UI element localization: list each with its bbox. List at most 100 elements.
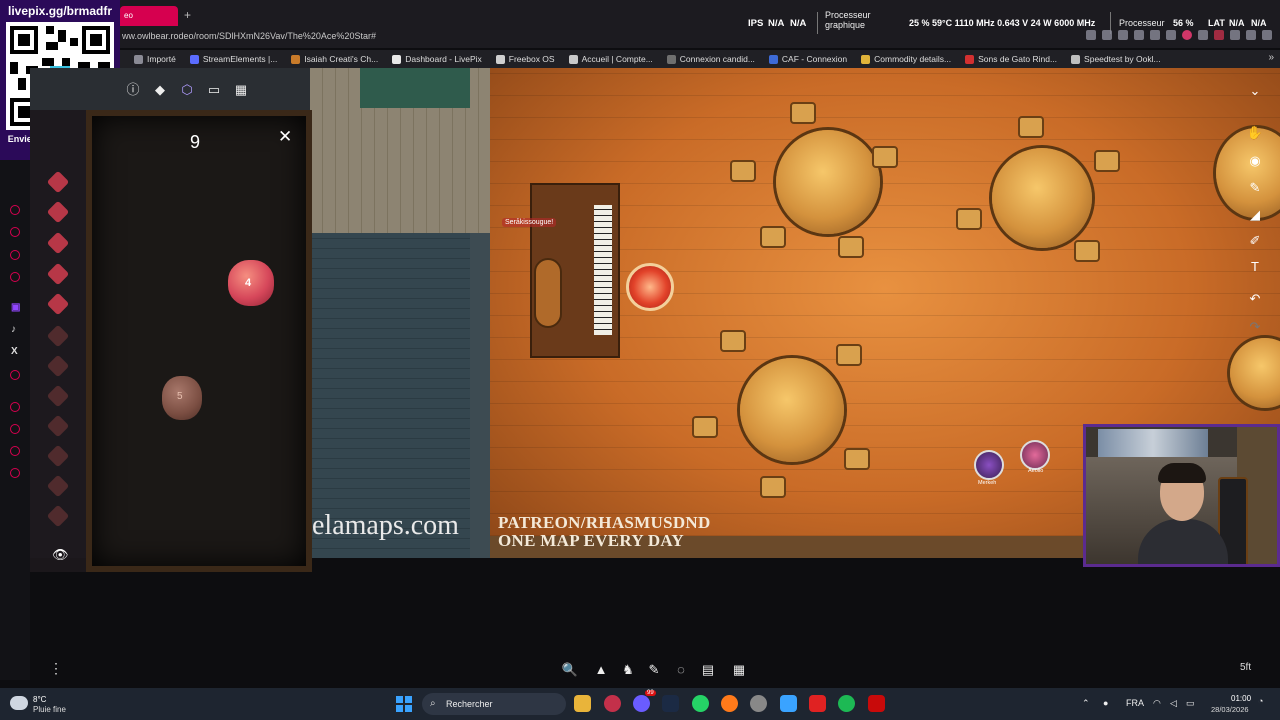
extension-icon[interactable]: [1150, 30, 1160, 40]
dice-icon[interactable]: ⬡: [178, 81, 196, 99]
download-icon[interactable]: [1230, 30, 1240, 40]
microphone-icon[interactable]: ●: [1103, 698, 1108, 708]
bookmark-item[interactable]: Speedtest by Ookl...: [1071, 54, 1161, 64]
extension-icon[interactable]: [1198, 30, 1208, 40]
bookmark-item[interactable]: Isaiah Creati's Ch...: [291, 54, 378, 64]
bookmark-item[interactable]: Dashboard - LivePix: [392, 54, 482, 64]
bookmark-icon: [666, 54, 676, 64]
close-icon[interactable]: ✕: [278, 127, 292, 147]
discord-icon[interactable]: [633, 695, 650, 712]
chat-icon[interactable]: ▭: [205, 81, 223, 99]
zoom-icon[interactable]: 🔍: [560, 660, 580, 680]
red-token[interactable]: [626, 263, 674, 311]
info-icon[interactable]: ⓘ: [124, 81, 142, 99]
fog-icon[interactable]: ◆: [151, 81, 169, 99]
taskbar-search[interactable]: ⌕ Rechercher: [422, 693, 566, 715]
character-icon[interactable]: ♞: [618, 660, 638, 680]
notes-icon[interactable]: ▦: [232, 81, 250, 99]
d8-dice-button[interactable]: [46, 231, 70, 255]
d12-dice-button[interactable]: [46, 292, 70, 316]
more-options-icon[interactable]: ⋮: [49, 660, 63, 677]
pointer-icon[interactable]: ◉: [1244, 150, 1266, 172]
profile-avatar[interactable]: [1214, 30, 1224, 40]
undo-icon[interactable]: ↶: [1244, 288, 1266, 310]
dice-button[interactable]: [46, 354, 70, 378]
pointer-icon[interactable]: ▲: [591, 660, 611, 680]
file-explorer-icon[interactable]: [574, 695, 591, 712]
chevron-up-icon[interactable]: ⌃: [1082, 698, 1090, 709]
bookmark-icon: [768, 54, 778, 64]
character-token[interactable]: [974, 450, 1004, 480]
owlbear-toolbar: ⓘ ◆ ⬡ ▭ ▦: [120, 78, 260, 102]
bookmarks-more-icon[interactable]: »: [1268, 52, 1274, 63]
bookmark-item[interactable]: Accueil | Compte...: [568, 54, 653, 64]
map-rug: [360, 68, 470, 108]
d6-dice-button[interactable]: [46, 200, 70, 224]
brush-icon[interactable]: ✐: [1244, 230, 1266, 252]
weather-icon[interactable]: [10, 696, 28, 710]
opera-icon[interactable]: [604, 695, 621, 712]
dice-button[interactable]: [46, 414, 70, 438]
d20-dice-button[interactable]: [46, 324, 70, 348]
new-tab-button[interactable]: +: [184, 8, 191, 22]
dice-button[interactable]: [46, 504, 70, 528]
heart-icon[interactable]: [1182, 30, 1192, 40]
play-icon[interactable]: [1166, 30, 1176, 40]
draw-icon[interactable]: ✎: [644, 660, 664, 680]
bookmark-item[interactable]: Importé: [134, 54, 176, 64]
ai-icon[interactable]: [1246, 30, 1256, 40]
d4-dice-button[interactable]: [46, 170, 70, 194]
d10-dice-button[interactable]: [46, 262, 70, 286]
hand-icon[interactable]: ✋: [1244, 122, 1266, 144]
notes-icon[interactable]: ▤: [698, 660, 718, 680]
whatsapp-icon[interactable]: [692, 695, 709, 712]
tab-owlbear[interactable]: eo: [120, 6, 178, 26]
bookmark-item[interactable]: Connexion candid...: [666, 54, 755, 64]
firefox-icon[interactable]: [721, 695, 738, 712]
tavern-chair: [836, 344, 862, 366]
fog-icon[interactable]: ◌: [671, 660, 691, 680]
clock-date[interactable]: 28/03/2026: [1211, 705, 1249, 714]
shield-icon[interactable]: [1118, 30, 1128, 40]
clock-time[interactable]: 01:00: [1231, 694, 1251, 703]
grid-icon[interactable]: ▦: [729, 660, 749, 680]
acrobat-icon[interactable]: [868, 695, 885, 712]
dice-button[interactable]: [46, 384, 70, 408]
dice-button[interactable]: [46, 474, 70, 498]
bookmark-icon: [134, 54, 143, 64]
measure-icon[interactable]: ◢: [1244, 204, 1266, 226]
redo-icon[interactable]: ↷: [1244, 316, 1266, 338]
bookmark-item[interactable]: Sons de Gato Rind...: [965, 54, 1057, 64]
extension-icon[interactable]: [1086, 30, 1096, 40]
bookmark-icon: [965, 54, 975, 64]
spotify-icon[interactable]: [838, 695, 855, 712]
dice-button[interactable]: [46, 444, 70, 468]
menu-icon[interactable]: [1262, 30, 1272, 40]
windows-start-icon[interactable]: [396, 696, 412, 712]
language-indicator[interactable]: FRA: [1126, 698, 1144, 708]
notification-bell-icon[interactable]: ◔: [1258, 696, 1263, 706]
youtube-icon[interactable]: [809, 695, 826, 712]
gpu-label-1: Processeur: [825, 10, 871, 20]
watermark-line-1: PATREON/RHASMUSDND: [498, 513, 711, 532]
pen-icon[interactable]: ✎: [1244, 177, 1266, 199]
battery-icon[interactable]: ▭: [1186, 698, 1195, 709]
text-icon[interactable]: T: [1244, 256, 1266, 278]
address-bar[interactable]: ww.owlbear.rodeo/room/SDlHXmN26Vav/The%2…: [122, 31, 376, 41]
grid-app-icon[interactable]: [780, 695, 797, 712]
bookmark-item[interactable]: Commodity details...: [861, 54, 951, 64]
volume-icon[interactable]: ◁: [1170, 698, 1177, 709]
grid-scale[interactable]: 5ft: [1240, 662, 1251, 673]
character-token[interactable]: [1020, 440, 1050, 470]
extension-icon[interactable]: [1102, 30, 1112, 40]
app-icon[interactable]: [750, 695, 767, 712]
extension-icon[interactable]: [1134, 30, 1144, 40]
collapse-icon[interactable]: ⌄: [1244, 80, 1266, 102]
bookmark-item[interactable]: Freebox OS: [495, 54, 555, 64]
steam-icon[interactable]: [662, 695, 679, 712]
eye-icon[interactable]: 👁: [52, 547, 69, 563]
bookmark-item[interactable]: StreamElements |...: [189, 54, 277, 64]
bookmark-item[interactable]: CAF - Connexion: [768, 54, 847, 64]
tavern-chair: [1094, 150, 1120, 172]
wifi-icon[interactable]: ◠: [1153, 698, 1161, 709]
